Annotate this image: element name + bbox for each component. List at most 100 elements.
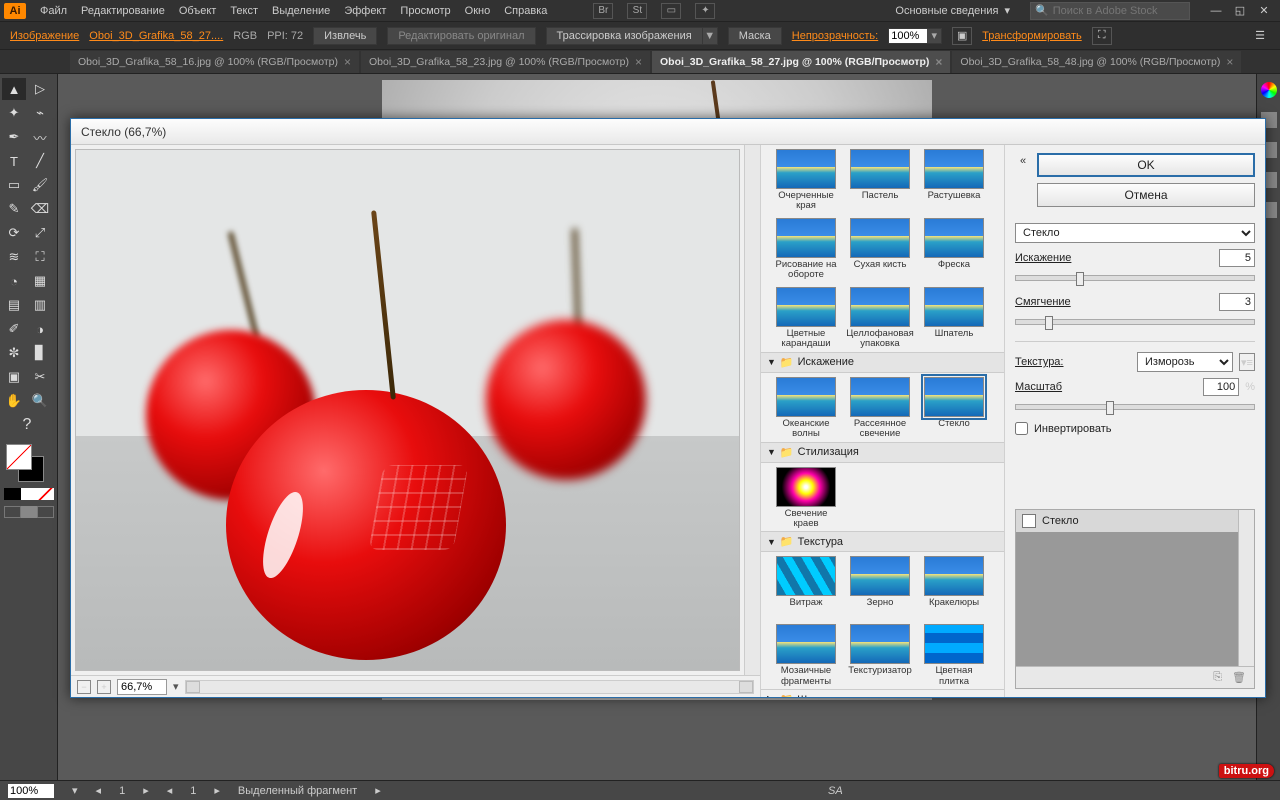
thumb-underpainting[interactable]: Рисование на обороте [773,218,839,281]
window-minimize[interactable]: — [1204,2,1228,20]
gpu-icon[interactable]: ✦ [695,3,715,19]
stack-vscroll[interactable] [1238,510,1254,666]
thumb-dry-brush[interactable]: Сухая кисть [847,218,913,281]
tab-1[interactable]: Oboi_3D_Grafika_58_23.jpg @ 100% (RGB/Пр… [361,51,650,73]
color-panel-icon[interactable] [1261,82,1277,98]
bridge-icon[interactable]: Br [593,3,613,19]
menu-help[interactable]: Справка [504,5,547,17]
scale-input[interactable] [1203,378,1239,396]
filter-gallery[interactable]: Очерченные края Пастель Растушевка Рисов… [761,145,1005,697]
ctrl-image-label[interactable]: Изображение [10,30,79,42]
opacity-field[interactable]: ▾ [888,28,942,44]
group-strokes[interactable]: ▶📁Штрихи [761,689,1004,697]
zoom-out-icon[interactable]: − [77,680,91,694]
texture-select[interactable]: Изморозь [1137,352,1233,372]
mask-button[interactable]: Маска [728,27,782,45]
stock-search[interactable]: 🔍 [1030,2,1190,20]
close-icon[interactable]: × [1226,55,1233,69]
ok-button[interactable]: OK [1037,153,1255,177]
thumb-edge-glow[interactable]: Свечение краев [773,467,839,530]
rectangle-tool[interactable]: ▭ [2,174,26,196]
texture-flyout-icon[interactable]: ▾≡ [1239,353,1255,371]
paintbrush-tool[interactable]: 🖌 [28,174,52,196]
collapse-gallery-icon[interactable]: « [1015,153,1031,207]
stock-search-input[interactable] [1053,5,1185,17]
fill-stroke-swatch[interactable] [2,444,52,484]
menu-window[interactable]: Окно [465,5,491,17]
transform-icon[interactable]: ⛶ [1092,27,1112,45]
current-filter-select[interactable]: Стекло [1015,223,1255,243]
thumb-fresco[interactable]: Фреска [921,218,987,281]
filter-preview[interactable] [75,149,740,671]
thumb-grain[interactable]: Зерно [847,556,913,618]
chevron-down-icon[interactable]: ▾ [173,680,179,693]
smoothness-slider[interactable] [1015,319,1255,325]
eraser-tool[interactable]: ⌫ [28,198,52,220]
line-tool[interactable]: ╱ [28,150,52,172]
close-icon[interactable]: × [635,55,642,69]
artboard-tool[interactable]: ▣ [2,366,26,388]
scale-slider[interactable] [1015,404,1255,410]
thumb-palette-knife[interactable]: Шпатель [921,287,987,350]
menu-effect[interactable]: Эффект [344,5,386,17]
mesh-tool[interactable]: ▤ [2,294,26,316]
menu-text[interactable]: Текст [230,5,258,17]
scale-tool[interactable]: ⤢ [28,222,52,244]
preview-vscroll[interactable] [744,145,760,675]
window-close[interactable]: ✕ [1252,2,1276,20]
type-tool[interactable]: T [2,150,26,172]
thumb-glass[interactable]: Стекло [921,377,987,440]
group-stylize[interactable]: ▼📁Стилизация [761,442,1004,463]
edit-original-button[interactable]: Редактировать оригинал [387,27,535,45]
ctrl-filename[interactable]: Oboi_3D_Grafika_58_27.... [89,30,223,42]
thumb-plastic-wrap[interactable]: Целлофановая упаковка [847,287,913,350]
direct-selection-tool[interactable]: ▷ [28,78,52,100]
menu-view[interactable]: Просмотр [400,5,450,17]
selection-tool[interactable]: ▲ [2,78,26,100]
pen-tool[interactable]: ✒ [2,126,26,148]
menu-edit[interactable]: Редактирование [81,5,165,17]
menu-file[interactable]: Файл [40,5,67,17]
shaper-tool[interactable]: ✎ [2,198,26,220]
zoom-in-icon[interactable]: + [97,680,111,694]
thumb-pastel[interactable]: Пастель [847,149,913,212]
smoothness-input[interactable] [1219,293,1255,311]
thumb-smudge[interactable]: Растушевка [921,149,987,212]
hand-tool[interactable]: ✋ [2,390,26,412]
workspace-switcher[interactable]: Основные сведения▾ [889,4,1016,17]
new-effect-layer-icon[interactable]: ⎘ [1213,671,1222,684]
symbol-sprayer-tool[interactable]: ✼ [2,342,26,364]
perspective-tool[interactable]: ▦ [28,270,52,292]
delete-effect-layer-icon[interactable]: 🗑 [1232,671,1246,684]
thumb-texturizer[interactable]: Текстуризатор [847,624,913,687]
group-distortion[interactable]: ▼📁Искажение [761,352,1004,373]
distortion-slider[interactable] [1015,275,1255,281]
thumb-ocean-ripple[interactable]: Океанские волны [773,377,839,440]
crop-icon[interactable]: ▣ [952,27,972,45]
thumb-outlined-edges[interactable]: Очерченные края [773,149,839,212]
gradient-tool[interactable]: ▥ [28,294,52,316]
screen-mode-strip[interactable] [4,506,54,518]
magic-wand-tool[interactable]: ✦ [2,102,26,124]
tab-0[interactable]: Oboi_3D_Grafika_58_16.jpg @ 100% (RGB/Пр… [70,51,359,73]
draw-mode-strip[interactable] [4,488,54,500]
tab-3[interactable]: Oboi_3D_Grafika_58_48.jpg @ 100% (RGB/Пр… [952,51,1241,73]
graph-tool[interactable]: ▊ [28,342,52,364]
blend-tool[interactable]: ◑ [28,318,52,340]
transform-label[interactable]: Трансформировать [982,30,1082,42]
width-tool[interactable]: ≋ [2,246,26,268]
shape-builder-tool[interactable]: ◔ [2,270,26,292]
panel-menu-icon[interactable]: ☰ [1250,27,1270,45]
stock-icon[interactable]: St [627,3,647,19]
thumb-patchwork[interactable]: Цветная плитка [921,624,987,687]
thumb-stained-glass[interactable]: Витраж [773,556,839,618]
menu-select[interactable]: Выделение [272,5,330,17]
tab-2[interactable]: Oboi_3D_Grafika_58_27.jpg @ 100% (RGB/Пр… [652,51,950,73]
extract-button[interactable]: Извлечь [313,27,377,45]
window-maximize[interactable]: ◱ [1228,2,1252,20]
slice-tool[interactable]: ✂ [28,366,52,388]
zoom-tool[interactable]: 🔍 [28,390,52,412]
close-icon[interactable]: × [344,55,351,69]
thumb-mosaic[interactable]: Мозаичные фрагменты [773,624,839,687]
lasso-tool[interactable]: ⌁ [28,102,52,124]
